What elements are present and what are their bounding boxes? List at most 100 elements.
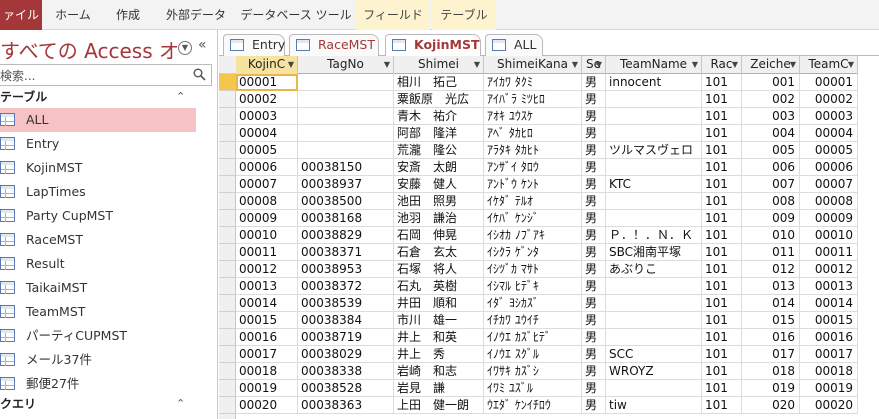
table-cell[interactable]: 012 — [742, 261, 800, 278]
table-cell[interactable] — [606, 91, 702, 108]
table-cell[interactable]: 男 — [582, 91, 606, 108]
table-cell[interactable]: 00038338 — [298, 363, 394, 380]
table-cell[interactable] — [606, 193, 702, 210]
table-cell[interactable]: 00001 — [236, 74, 298, 91]
table-cell[interactable]: 020 — [742, 397, 800, 414]
record-selector[interactable] — [219, 244, 236, 261]
table-cell[interactable]: 101 — [702, 380, 742, 397]
table-cell[interactable]: ｱﾍﾞ ﾀｶﾋﾛ — [484, 125, 582, 142]
table-cell[interactable]: ｱｵｷ ﾕｳｽｹ — [484, 108, 582, 125]
table-cell[interactable]: 00002 — [236, 91, 298, 108]
column-header[interactable]: TeamC ▼ — [800, 56, 858, 74]
table-cell[interactable]: 00038372 — [298, 278, 394, 295]
table-cell[interactable]: 101 — [702, 193, 742, 210]
table-cell[interactable]: SCC — [606, 346, 702, 363]
table-cell[interactable]: ｲｼﾂﾞｶ ﾏｻﾄ — [484, 261, 582, 278]
sort-dropdown-icon[interactable]: ▼ — [732, 56, 738, 73]
sort-dropdown-icon[interactable]: ▼ — [384, 56, 390, 73]
table-cell[interactable]: 00018 — [236, 363, 298, 380]
table-cell[interactable]: tiw — [606, 397, 702, 414]
table-cell[interactable]: 00011 — [800, 244, 858, 261]
ribbon-tab-2[interactable]: 作成 — [104, 0, 152, 30]
document-tab[interactable]: Entry — [223, 34, 285, 56]
table-cell[interactable]: 男 — [582, 176, 606, 193]
nav-item-table[interactable]: LapTimes — [0, 180, 196, 204]
ribbon-tab-6[interactable]: テーブル — [432, 0, 496, 30]
table-cell[interactable]: 00017 — [236, 346, 298, 363]
record-selector[interactable] — [219, 261, 236, 278]
table-cell[interactable]: 安藤 健人 — [394, 176, 484, 193]
table-cell[interactable]: ｱｲﾊﾞﾗ ﾐﾂﾋﾛ — [484, 91, 582, 108]
table-cell[interactable]: ｲｼﾏﾙ ﾋﾃﾞｷ — [484, 278, 582, 295]
select-all-corner[interactable] — [219, 56, 236, 74]
table-cell[interactable]: 00003 — [236, 108, 298, 125]
table-cell[interactable]: 00016 — [800, 329, 858, 346]
sort-dropdown-icon[interactable]: ▼ — [596, 56, 602, 73]
table-cell[interactable]: 荒瀧 隆公 — [394, 142, 484, 159]
record-selector[interactable] — [219, 142, 236, 159]
table-cell[interactable]: 00019 — [236, 380, 298, 397]
table-cell[interactable] — [606, 108, 702, 125]
table-cell[interactable]: 00005 — [800, 142, 858, 159]
sort-dropdown-icon[interactable]: ▼ — [790, 56, 796, 73]
table-cell[interactable]: 男 — [582, 380, 606, 397]
table-cell[interactable]: 00010 — [236, 227, 298, 244]
record-selector[interactable] — [219, 329, 236, 346]
table-cell[interactable]: 00006 — [800, 159, 858, 176]
table-cell[interactable]: 00038829 — [298, 227, 394, 244]
table-cell[interactable]: 男 — [582, 74, 606, 91]
table-cell[interactable]: 岩崎 和志 — [394, 363, 484, 380]
table-cell[interactable]: 00016 — [236, 329, 298, 346]
record-selector[interactable] — [219, 108, 236, 125]
table-cell[interactable]: 男 — [582, 278, 606, 295]
record-selector[interactable] — [219, 312, 236, 329]
column-header[interactable]: Se ▼ — [582, 56, 606, 74]
table-cell[interactable]: SBC湘南平塚 — [606, 244, 702, 261]
column-header[interactable]: Zeiche ▼ — [742, 56, 800, 74]
table-cell[interactable] — [606, 329, 702, 346]
table-cell[interactable]: 00038168 — [298, 210, 394, 227]
document-tab[interactable]: ALL — [485, 34, 543, 56]
table-cell[interactable]: ｳｴﾀﾞ ｹﾝｲﾁﾛｳ — [484, 397, 582, 414]
table-cell[interactable]: WROYZ — [606, 363, 702, 380]
table-cell[interactable] — [606, 210, 702, 227]
table-cell[interactable]: 男 — [582, 397, 606, 414]
nav-item-table[interactable]: メール37件 — [0, 348, 196, 372]
table-cell[interactable]: 石岡 伸晃 — [394, 227, 484, 244]
table-cell[interactable]: 00015 — [236, 312, 298, 329]
table-cell[interactable]: 00020 — [236, 397, 298, 414]
chevron-down-icon[interactable]: ▼ — [178, 41, 192, 55]
sort-dropdown-icon[interactable]: ▼ — [572, 56, 578, 73]
table-cell[interactable]: 上田 健一朗 — [394, 397, 484, 414]
table-cell[interactable] — [606, 278, 702, 295]
table-cell[interactable]: 00001 — [800, 74, 858, 91]
table-cell[interactable]: 00020 — [800, 397, 858, 414]
column-header[interactable]: Rac ▼ — [702, 56, 742, 74]
table-cell[interactable]: 男 — [582, 159, 606, 176]
table-cell[interactable]: 00012 — [236, 261, 298, 278]
nav-search-input[interactable] — [0, 65, 180, 85]
table-cell[interactable]: 101 — [702, 74, 742, 91]
table-cell[interactable]: 00018 — [800, 363, 858, 380]
ribbon-tab-4[interactable]: データベース ツール — [240, 0, 352, 30]
nav-item-table[interactable]: TeamMST — [0, 300, 196, 324]
table-cell[interactable]: ｱﾝﾄﾞｳ ｹﾝﾄ — [484, 176, 582, 193]
table-cell[interactable]: 016 — [742, 329, 800, 346]
table-cell[interactable]: 101 — [702, 295, 742, 312]
table-cell[interactable]: 00015 — [800, 312, 858, 329]
table-cell[interactable]: 00038384 — [298, 312, 394, 329]
table-cell[interactable]: 00007 — [800, 176, 858, 193]
table-cell[interactable] — [606, 159, 702, 176]
table-cell[interactable]: 00013 — [800, 278, 858, 295]
table-cell[interactable]: 018 — [742, 363, 800, 380]
record-selector[interactable] — [219, 193, 236, 210]
table-cell[interactable]: 101 — [702, 108, 742, 125]
table-cell[interactable]: 00017 — [800, 346, 858, 363]
table-cell[interactable]: ｲｼｵｶ ﾉﾌﾞｱｷ — [484, 227, 582, 244]
table-cell[interactable]: 男 — [582, 312, 606, 329]
table-cell[interactable]: 井田 順和 — [394, 295, 484, 312]
table-cell[interactable]: 007 — [742, 176, 800, 193]
table-cell[interactable]: 00014 — [800, 295, 858, 312]
table-cell[interactable]: 002 — [742, 91, 800, 108]
table-cell[interactable]: 粟飯原 光広 — [394, 91, 484, 108]
